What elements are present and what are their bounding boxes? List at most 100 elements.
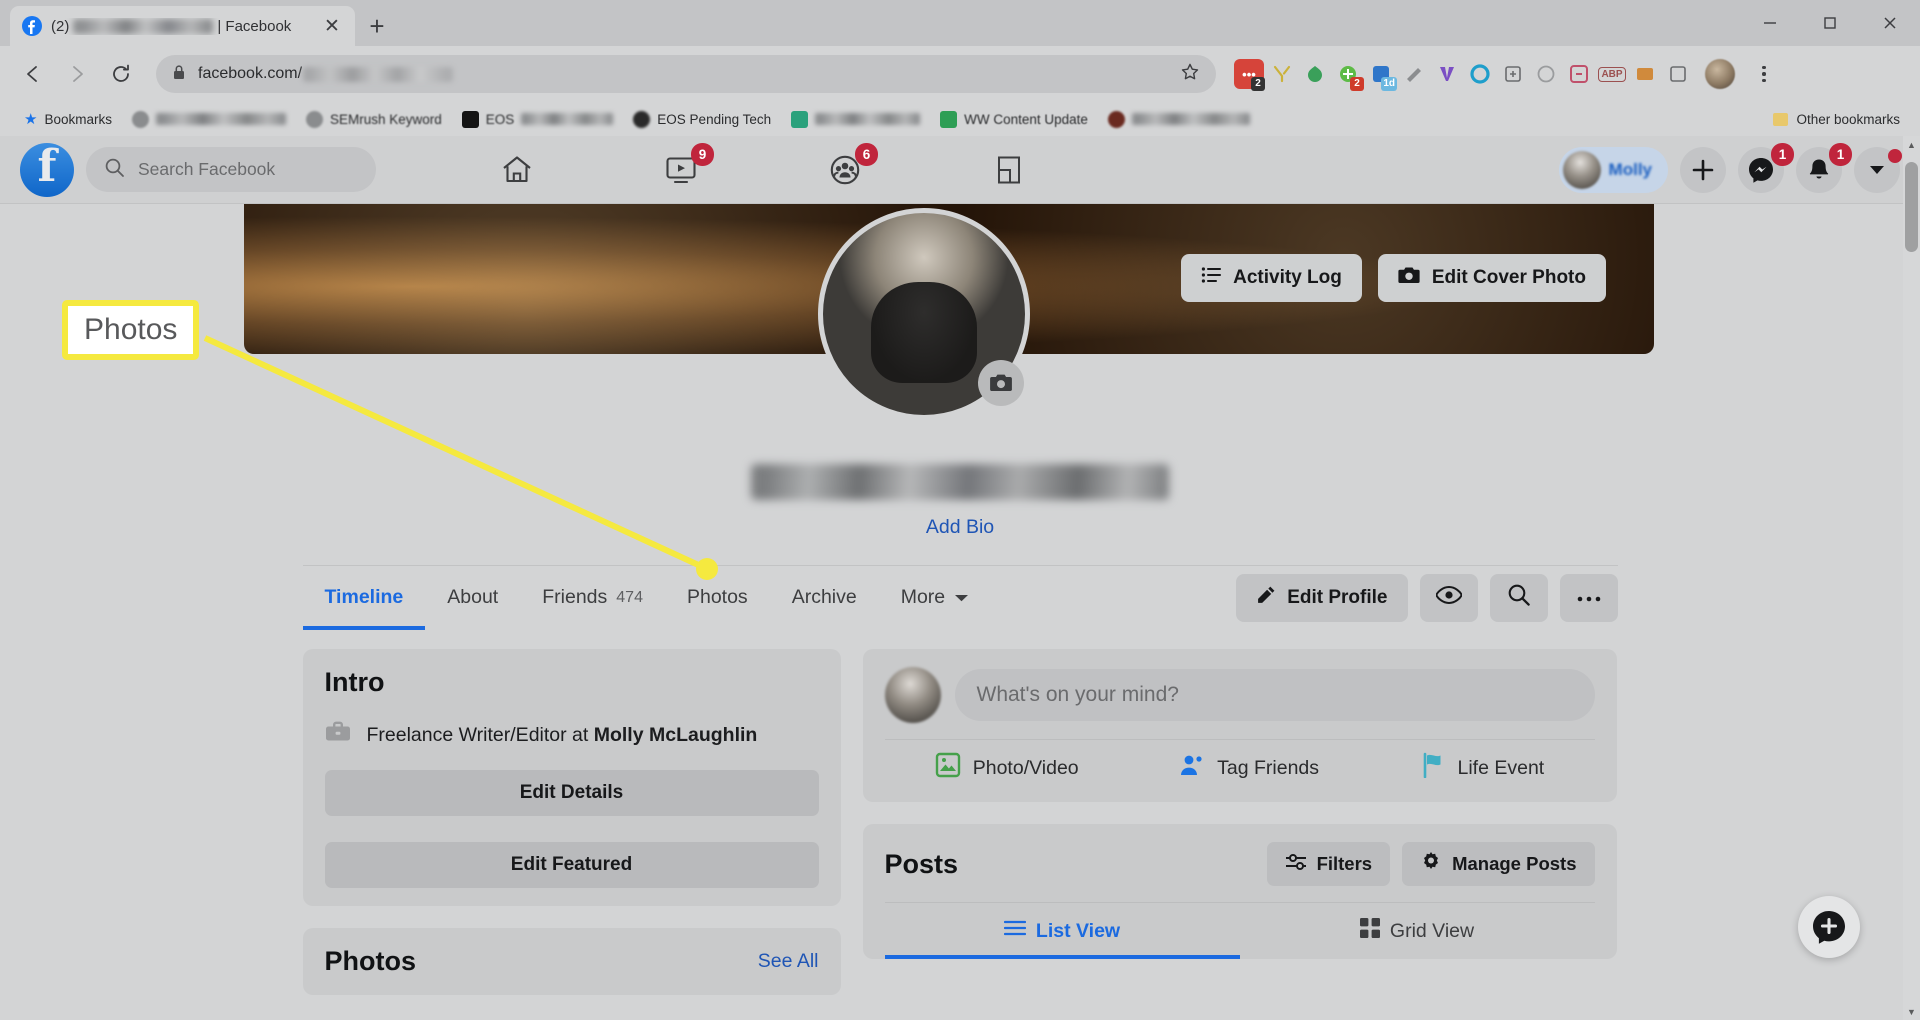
bookmark-item[interactable] — [1098, 106, 1260, 132]
notifications-button[interactable]: 1 — [1796, 142, 1852, 193]
life-event-label: Life Event — [1457, 756, 1545, 779]
posts-card-header: Posts Filters Manage Posts — [885, 842, 1595, 886]
tab-title-suffix: | Facebook — [217, 17, 292, 35]
account-menu-dot-badge — [1888, 148, 1902, 163]
annotation-label: Photos — [84, 313, 178, 346]
composer-card: What's on your mind? Photo/Video Tag Fri… — [862, 649, 1617, 802]
extension-icon[interactable] — [1531, 59, 1561, 89]
profile-more-button[interactable] — [1559, 573, 1618, 622]
extension-icon[interactable] — [1564, 59, 1594, 89]
nav-watch-icon[interactable]: 9 — [658, 142, 714, 193]
facebook-main-nav: 9 6 — [494, 142, 1032, 193]
create-button[interactable] — [1680, 146, 1726, 193]
avatar — [884, 667, 941, 723]
new-tab-button[interactable]: + — [355, 6, 399, 46]
photo-video-button[interactable]: Photo/Video — [935, 752, 1079, 784]
tab-list-view[interactable]: List View — [884, 903, 1240, 959]
nav-groups-icon[interactable]: 6 — [822, 142, 878, 193]
maximize-button[interactable] — [1800, 0, 1860, 46]
tab-archive[interactable]: Archive — [770, 566, 879, 630]
extension-icon[interactable] — [1465, 59, 1495, 89]
forward-button[interactable] — [58, 55, 96, 93]
bookmark-item[interactable]: WW Content Update — [930, 106, 1098, 132]
manage-posts-button[interactable]: Manage Posts — [1402, 842, 1595, 886]
photos-see-all-link[interactable]: See All — [758, 950, 819, 973]
bookmark-label-redacted — [815, 113, 921, 125]
photos-card: Photos See All — [302, 928, 841, 995]
scrollbar-thumb[interactable] — [1905, 162, 1918, 252]
extension-icon[interactable]: 1d — [1366, 59, 1397, 91]
facebook-logo-icon[interactable]: f — [20, 142, 74, 197]
tab-photos[interactable]: Photos — [665, 566, 770, 630]
tab-about[interactable]: About — [425, 566, 520, 630]
scroll-up-arrow-icon[interactable]: ▲ — [1903, 136, 1920, 153]
tab-more[interactable]: More — [879, 566, 991, 630]
extension-icon[interactable] — [1498, 59, 1528, 89]
extension-icon[interactable]: ••• 2 — [1234, 59, 1265, 91]
close-window-button[interactable] — [1860, 0, 1920, 46]
browser-tab[interactable]: (2) | Facebook ✕ — [10, 6, 355, 46]
profile-chip[interactable]: Molly — [1558, 146, 1668, 193]
activity-log-button[interactable]: Activity Log — [1181, 254, 1362, 302]
tab-timeline[interactable]: Timeline — [302, 566, 426, 630]
messenger-button[interactable]: 1 — [1738, 142, 1794, 193]
extension-icon[interactable] — [1432, 59, 1462, 89]
watch-badge: 9 — [691, 142, 714, 166]
tab-friends[interactable]: Friends 474 — [520, 566, 665, 630]
profile-search-button[interactable] — [1489, 573, 1548, 622]
profile-tab-actions: Edit Profile — [1236, 573, 1618, 622]
edit-cover-photo-button[interactable]: Edit Cover Photo — [1377, 254, 1606, 302]
add-bio-link[interactable]: Add Bio — [0, 516, 1920, 539]
profile-chip-name: Molly — [1608, 159, 1652, 179]
other-bookmarks-button[interactable]: Other bookmarks — [1773, 112, 1906, 127]
update-profile-picture-camera-icon[interactable] — [978, 360, 1024, 406]
facebook-header-actions: Molly 1 1 — [1558, 142, 1902, 193]
filters-button[interactable]: Filters — [1266, 842, 1391, 886]
extension-icon[interactable] — [1300, 59, 1330, 89]
bookmark-item[interactable] — [122, 106, 296, 132]
edit-details-button[interactable]: Edit Details — [324, 770, 819, 816]
edit-featured-button[interactable]: Edit Featured — [324, 842, 819, 888]
chrome-menu-button[interactable] — [1749, 65, 1779, 83]
profile-name-redacted — [751, 464, 1169, 500]
search-input[interactable]: Search Facebook — [86, 147, 376, 192]
messenger-floating-button[interactable] — [1798, 896, 1860, 958]
profile-content: Intro Freelance Writer/Editor at Molly M… — [302, 649, 1618, 995]
scroll-down-arrow-icon[interactable]: ▼ — [1903, 1003, 1920, 1020]
nav-gaming-icon[interactable] — [986, 147, 1032, 193]
bookmark-star-icon[interactable] — [1180, 62, 1200, 87]
tab-close-icon[interactable]: ✕ — [321, 17, 343, 36]
extension-icon[interactable] — [1399, 59, 1429, 89]
reload-button[interactable] — [102, 55, 140, 93]
bookmark-folder-bookmarks[interactable]: ★ Bookmarks — [14, 106, 122, 132]
extension-icon[interactable]: 2 — [1333, 59, 1364, 91]
nav-home-icon[interactable] — [494, 147, 540, 193]
view-as-button[interactable] — [1419, 573, 1478, 622]
account-menu-button[interactable] — [1854, 146, 1902, 193]
tag-friends-button[interactable]: Tag Friends — [1179, 752, 1319, 784]
extension-icon[interactable] — [1663, 59, 1693, 89]
other-bookmarks-label: Other bookmarks — [1796, 111, 1900, 127]
edit-profile-button[interactable]: Edit Profile — [1236, 573, 1408, 622]
tab-more-label: More — [900, 586, 946, 608]
bookmark-item[interactable]: EOS — [452, 106, 624, 132]
tab-grid-view[interactable]: Grid View — [1240, 903, 1595, 959]
minimize-button[interactable] — [1740, 0, 1800, 46]
tab-title-prefix: (2) — [51, 17, 70, 35]
bookmark-item[interactable]: SEMrush Keyword — [296, 106, 452, 132]
teal-icon — [791, 110, 809, 128]
search-placeholder: Search Facebook — [138, 159, 276, 179]
chrome-profile-avatar[interactable] — [1705, 59, 1735, 89]
back-button[interactable] — [14, 55, 52, 93]
create-post-input[interactable]: What's on your mind? — [954, 669, 1595, 721]
extension-icon[interactable] — [1267, 59, 1297, 89]
page-scrollbar[interactable]: ▲ ▼ — [1903, 136, 1920, 1020]
extension-icon[interactable] — [1630, 59, 1660, 89]
left-column: Intro Freelance Writer/Editor at Molly M… — [302, 649, 841, 995]
bookmark-item[interactable] — [781, 106, 930, 132]
life-event-button[interactable]: Life Event — [1420, 752, 1545, 784]
bookmark-label-redacted — [521, 113, 614, 125]
address-bar[interactable]: facebook.com/ — [156, 55, 1216, 93]
bookmark-item[interactable]: EOS Pending Tech — [623, 106, 781, 132]
extension-icon[interactable]: ABP — [1597, 59, 1627, 89]
